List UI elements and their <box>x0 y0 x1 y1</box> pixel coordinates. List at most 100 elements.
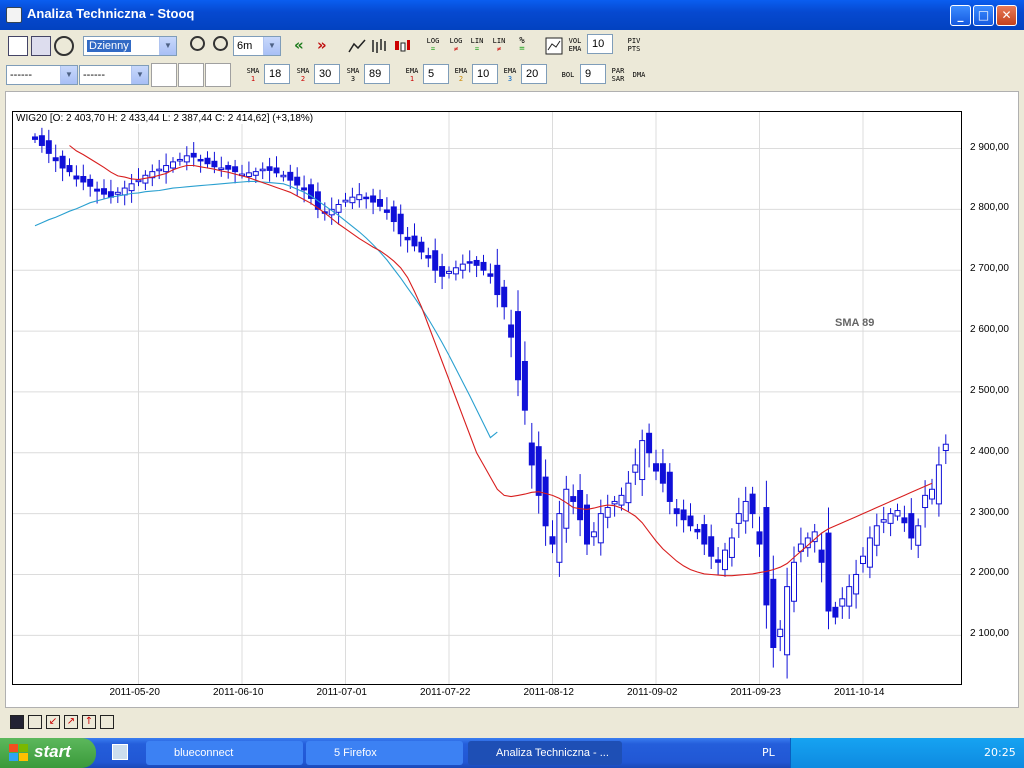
chart-icon[interactable] <box>8 36 28 56</box>
candle-body <box>770 578 777 648</box>
taskbar-item-blueconnect[interactable]: blueconnect <box>146 741 303 765</box>
taskbar-item-firefox[interactable]: 5 Firefox <box>306 741 463 765</box>
window-titlebar[interactable]: Analiza Techniczna - Stooq _ □ ✕ <box>0 0 1024 30</box>
parabolic-sar-button[interactable]: PAR SAR <box>609 67 627 83</box>
maximize-button[interactable]: □ <box>973 5 994 26</box>
y-tick-label: 2 300,00 <box>970 506 1009 518</box>
lin-ne-scale-button[interactable]: LIN ≠ <box>490 37 508 53</box>
dma-button[interactable]: DMA <box>630 71 648 79</box>
fit-icon[interactable] <box>28 715 42 729</box>
x-tick-label: 2011-06-10 <box>213 687 264 698</box>
log-scale-button[interactable]: LOG = <box>424 37 442 53</box>
candle-body <box>439 266 446 277</box>
candle-body <box>666 471 673 502</box>
candle-body <box>542 476 549 527</box>
start-button[interactable]: start <box>0 738 96 768</box>
bollinger-input[interactable]: 9 <box>580 64 606 84</box>
export-up-icon[interactable]: ↗ <box>64 715 78 729</box>
volume-chart-icon[interactable] <box>545 37 563 55</box>
stopwatch-icon[interactable] <box>54 36 74 56</box>
candle-body <box>232 166 239 173</box>
candle-body <box>880 519 887 523</box>
lin-scale-button[interactable]: LIN = <box>468 37 486 53</box>
chart-canvas[interactable] <box>13 112 961 684</box>
candle-body <box>701 524 708 545</box>
save-icon[interactable] <box>10 715 24 729</box>
candle-body <box>742 500 749 522</box>
candle-body <box>818 549 825 563</box>
x-tick-label: 2011-09-02 <box>627 687 678 698</box>
candle-body <box>459 263 466 271</box>
window-title: Analiza Techniczna - Stooq <box>27 6 195 21</box>
candle-body <box>597 513 604 544</box>
vol-ema-input[interactable]: 10 <box>587 34 613 54</box>
candle-body <box>549 536 556 545</box>
clock: 20:25 <box>984 746 1016 759</box>
candle-chart-icon[interactable] <box>393 38 411 54</box>
candle-body <box>363 196 370 200</box>
candle-body <box>114 191 121 195</box>
ema1-input[interactable]: 5 <box>423 64 449 84</box>
print-icon[interactable] <box>100 715 114 729</box>
x-tick-label: 2011-05-20 <box>109 687 160 698</box>
percent-scale-button[interactable]: % = <box>513 37 531 54</box>
candle-body <box>756 531 763 545</box>
ema2-input[interactable]: 10 <box>472 64 498 84</box>
main-toolbar: Dzienny ▼ 6m ▼ « » LOG = LOG ≠ LIN = LIN ≠ %… <box>0 31 1024 61</box>
ohlc-chart-icon[interactable] <box>370 38 388 54</box>
candle-body <box>452 267 459 275</box>
minimize-icon: _ <box>957 8 964 22</box>
candle-body <box>432 250 439 271</box>
ema3-button[interactable]: EMA 3 <box>501 67 519 83</box>
sma1-input[interactable]: 18 <box>264 64 290 84</box>
minimize-button[interactable]: _ <box>950 5 971 26</box>
candle-body <box>52 157 59 162</box>
ema3-input[interactable]: 20 <box>521 64 547 84</box>
log-ne-scale-button[interactable]: LOG ≠ <box>447 37 465 53</box>
price-chart[interactable] <box>12 111 962 685</box>
candle-body <box>777 628 784 638</box>
pivot-points-button[interactable]: PIV PTS <box>624 37 644 53</box>
zoom-out-icon[interactable] <box>213 36 228 51</box>
bollinger-button[interactable]: BOL <box>559 71 577 79</box>
range-select[interactable]: 6m ▼ <box>233 36 281 56</box>
candle-body <box>639 440 646 481</box>
close-button[interactable]: ✕ <box>996 5 1017 26</box>
sma2-button[interactable]: SMA 2 <box>294 67 312 83</box>
empty-field-3[interactable] <box>205 63 231 87</box>
indicator-select-2[interactable]: ------ ▼ <box>79 65 149 85</box>
interval-select[interactable]: Dzienny ▼ <box>83 36 177 56</box>
vol-ema-button[interactable]: VOL EMA <box>565 37 585 53</box>
candle-body <box>908 513 915 539</box>
export-down-icon[interactable]: ↙ <box>46 715 60 729</box>
candle-body <box>466 261 473 264</box>
export-icon[interactable]: ↑ <box>82 715 96 729</box>
candle-body <box>446 270 452 274</box>
taskbar-item-analiza[interactable]: Analiza Techniczna - ... <box>468 741 622 765</box>
empty-field-2[interactable] <box>178 63 204 87</box>
sma89-line <box>34 180 498 439</box>
scroll-right-icon[interactable]: » <box>317 36 337 56</box>
candle-body <box>853 573 860 595</box>
close-icon: ✕ <box>1001 8 1012 22</box>
y-tick-label: 2 700,00 <box>970 263 1009 275</box>
ema2-button[interactable]: EMA 2 <box>452 67 470 83</box>
candle-body <box>887 513 894 524</box>
indicator-select-1[interactable]: ------ ▼ <box>6 65 78 85</box>
candle-body <box>121 187 128 196</box>
candle-body <box>735 513 742 524</box>
ema1-button[interactable]: EMA 1 <box>403 67 421 83</box>
scroll-left-icon[interactable]: « <box>294 36 314 56</box>
language-indicator[interactable]: PL <box>762 746 775 759</box>
line-chart-icon[interactable] <box>348 38 366 54</box>
sma3-input[interactable]: 89 <box>364 64 390 84</box>
sma1-button[interactable]: SMA 1 <box>244 67 262 83</box>
sma2-input[interactable]: 30 <box>314 64 340 84</box>
price-axis: 2 900,00 2 800,00 2 700,00 2 600,00 2 500,00… <box>964 111 1022 685</box>
new-window-icon[interactable] <box>31 36 51 56</box>
sma3-button[interactable]: SMA 3 <box>344 67 362 83</box>
zoom-in-icon[interactable] <box>190 36 205 51</box>
empty-field-1[interactable] <box>151 63 177 87</box>
candle-body <box>646 432 653 454</box>
quicklaunch-icon[interactable] <box>112 744 128 760</box>
